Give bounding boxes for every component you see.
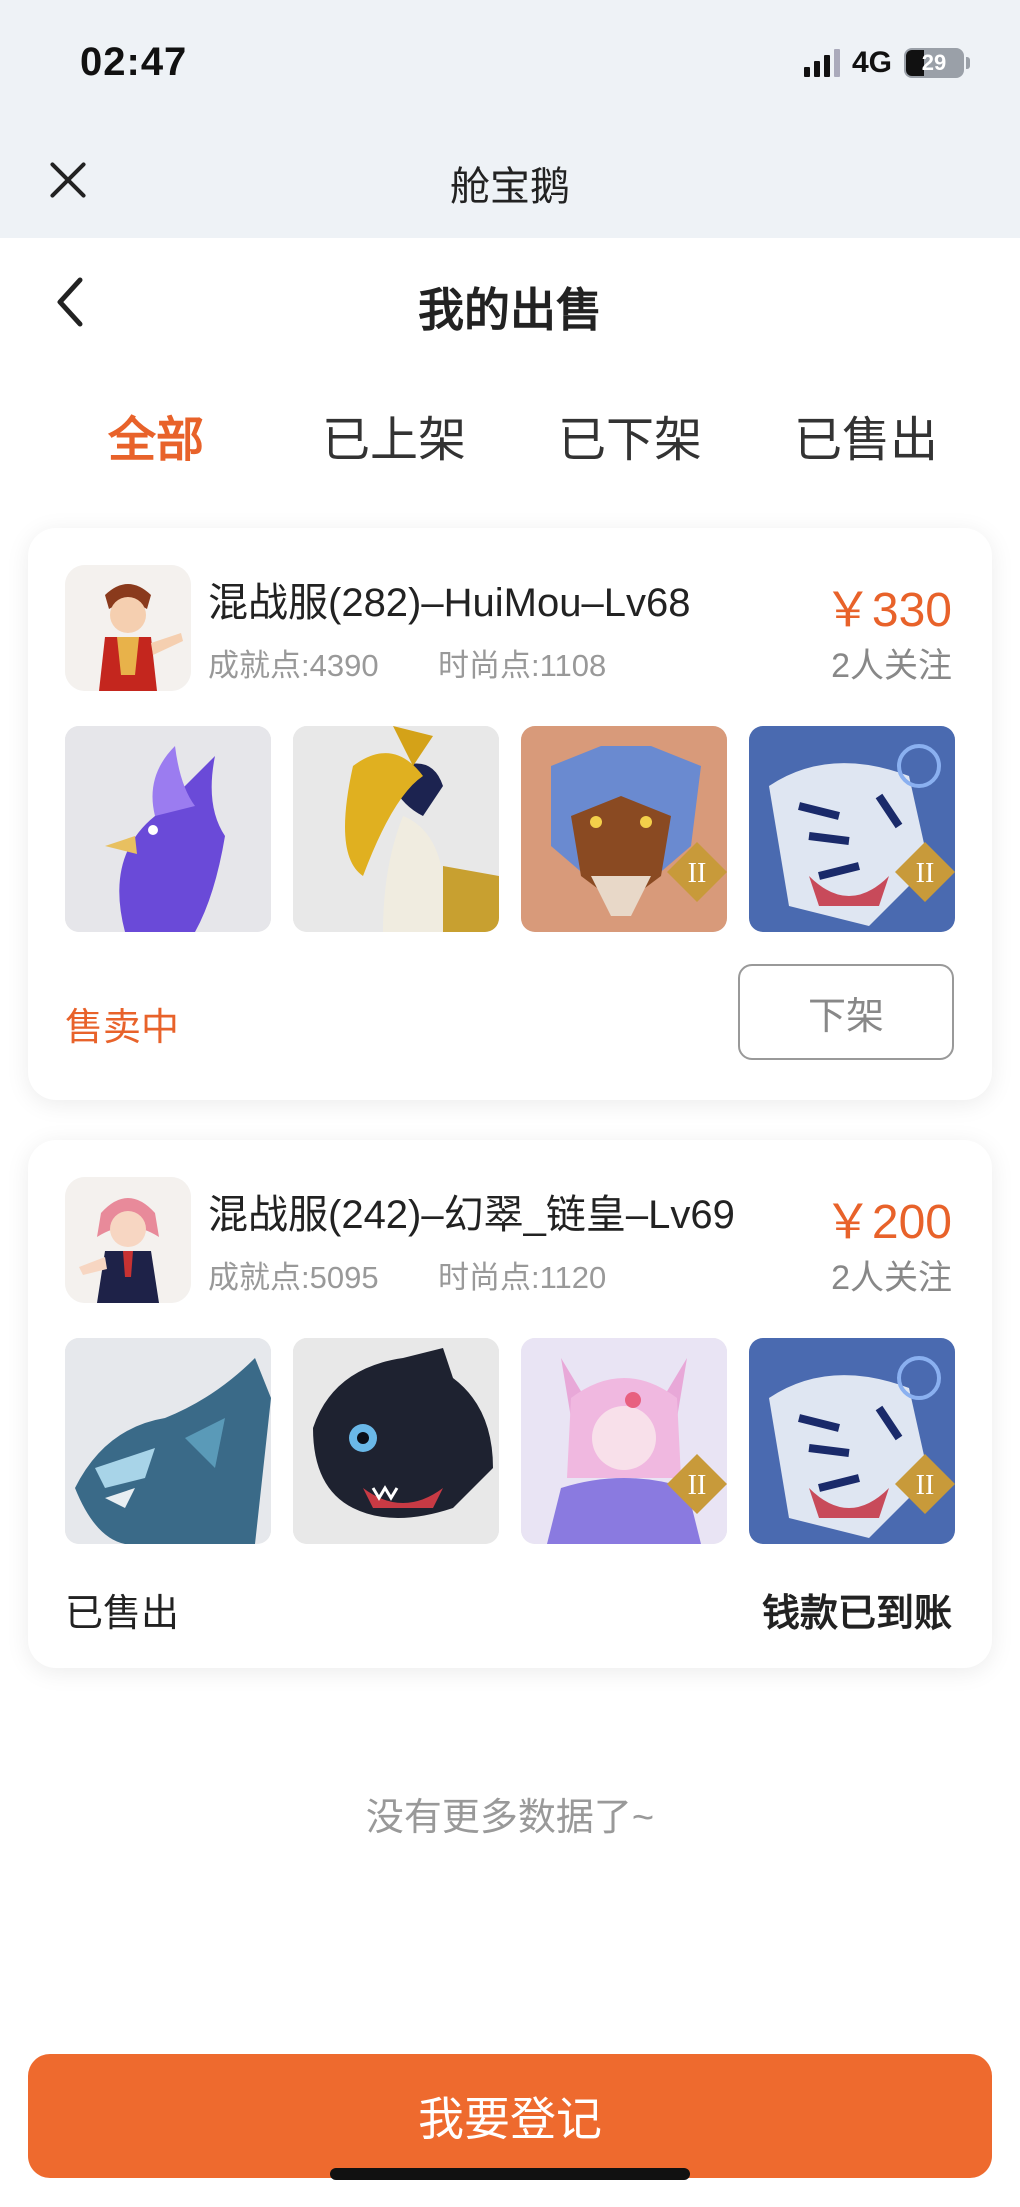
fashion-points: 时尚点:1108	[438, 648, 607, 683]
listing-card[interactable]: 混战服(242)–幻翠_链皇–Lv69 成就点:5095 时尚点:1120 ￥2…	[28, 1140, 992, 1668]
status-on-sale: 售卖中	[65, 1007, 180, 1049]
delist-button[interactable]: 下架	[738, 964, 954, 1060]
tab-all[interactable]: 全部	[108, 400, 204, 470]
network-type: 4G	[851, 46, 892, 79]
fashion-points: 时尚点:1120	[438, 1260, 607, 1295]
listing-card[interactable]: 混战服(282)–HuiMou–Lv68 成就点:4390 时尚点:1108 ￥…	[28, 528, 992, 1100]
achievement-points: 成就点:5095	[208, 1260, 379, 1295]
signal-icon	[803, 49, 840, 77]
listing-price: ￥200	[823, 1196, 952, 1249]
dragon-pet-icon[interactable]	[65, 1338, 271, 1544]
character-avatar	[65, 565, 191, 691]
app-title: 舱宝鹅	[450, 165, 570, 209]
svg-text:II: II	[916, 1470, 935, 1501]
follower-count: 2人关注	[831, 1259, 952, 1297]
listing-price: ￥330	[823, 584, 952, 637]
status-icons: 4G 29	[803, 46, 970, 80]
wolf-pet-icon[interactable]: II	[521, 726, 727, 932]
phoenix-pet-icon[interactable]	[65, 726, 271, 932]
home-indicator	[330, 2168, 690, 2180]
tab-listed[interactable]: 已上架	[322, 400, 466, 470]
battery-icon: 29	[904, 48, 964, 78]
follower-count: 2人关注	[831, 647, 952, 685]
battery-level: 29	[921, 50, 947, 75]
tab-delisted[interactable]: 已下架	[558, 400, 702, 470]
black-beast-pet-icon[interactable]	[293, 1338, 499, 1544]
tiger-pet-icon[interactable]: II	[749, 726, 955, 932]
fox-girl-pet-icon[interactable]: II	[521, 1338, 727, 1544]
svg-text:II: II	[688, 858, 707, 889]
svg-text:II: II	[916, 858, 935, 889]
register-button[interactable]: 我要登记	[28, 2054, 992, 2178]
status-sold: 已售出	[65, 1593, 180, 1635]
tab-sold[interactable]: 已售出	[794, 400, 938, 470]
payment-received-note: 钱款已到账	[761, 1593, 952, 1635]
status-time: 02:47	[80, 40, 188, 84]
achievement-points: 成就点:4390	[208, 648, 379, 683]
listing-title: 混战服(282)–HuiMou–Lv68	[208, 581, 691, 625]
tab-bar: 全部 已上架 已下架 已售出	[0, 400, 1020, 470]
no-more-data-text: 没有更多数据了~	[365, 1797, 655, 1839]
listing-title: 混战服(242)–幻翠_链皇–Lv69	[208, 1193, 735, 1237]
hornbill-pet-icon[interactable]	[293, 726, 499, 932]
app-header: 02:47 4G 29 舱宝鹅	[0, 0, 1020, 238]
svg-text:II: II	[688, 1470, 707, 1501]
page-title: 我的出售	[418, 284, 602, 336]
tiger-pet-icon[interactable]: II	[749, 1338, 955, 1544]
character-avatar	[65, 1177, 191, 1303]
